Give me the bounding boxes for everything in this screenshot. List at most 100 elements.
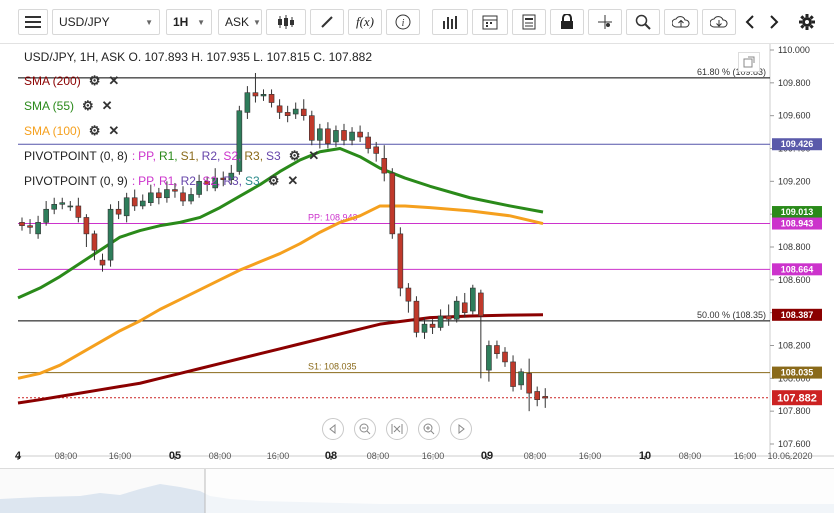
gear-icon[interactable]: ⚙: [268, 173, 280, 189]
gear-icon[interactable]: ⚙: [82, 98, 94, 114]
y-tick-label: 109.600: [778, 111, 811, 121]
indicator-name: SMA (100): [24, 124, 81, 138]
price-chart[interactable]: 61.80 % (109.83)PP: 108.94350.00 % (108.…: [0, 44, 834, 468]
reset-zoom-button[interactable]: [386, 418, 408, 440]
timeframe-label: 1H: [173, 15, 189, 29]
volume-button[interactable]: [432, 9, 468, 35]
pivot-label: S2,: [202, 174, 221, 188]
bearish-candle: [502, 351, 508, 363]
upload-button[interactable]: [664, 9, 698, 35]
pivot-label: S3: [266, 149, 281, 163]
chevron-left-icon: [745, 15, 754, 29]
chart-type-button[interactable]: [266, 9, 306, 35]
pan-left-button[interactable]: [322, 418, 344, 440]
cloud-download-icon: [710, 16, 728, 28]
crosshair-icon: [598, 15, 612, 29]
price-axis[interactable]: 110.000109.800109.600109.400109.200109.0…: [770, 45, 811, 449]
bearish-candle: [381, 158, 388, 174]
price-type-select[interactable]: ASK ▼: [218, 9, 262, 35]
price-tag-label: 107.882: [777, 393, 817, 405]
draw-tool-button[interactable]: [310, 9, 344, 35]
toolbar: USD/JPY ▼ 1H ▼ ASK ▼ f(x) i: [0, 0, 834, 44]
y-tick-label: 110.000: [778, 45, 810, 55]
bearish-candle: [357, 131, 363, 138]
pencil-icon: [321, 16, 333, 28]
bullish-candle: [437, 315, 444, 328]
download-button[interactable]: [702, 9, 736, 35]
bullish-candle: [486, 345, 492, 371]
y-tick-label: 108.200: [778, 341, 811, 351]
bearish-candle: [156, 192, 162, 199]
bearish-candle: [284, 112, 291, 116]
bearish-candle: [19, 222, 25, 226]
bearish-candle: [478, 292, 484, 317]
bullish-candle: [164, 189, 170, 199]
gear-icon[interactable]: ⚙: [89, 73, 101, 89]
bearish-candle: [429, 323, 436, 328]
zoom-button[interactable]: [626, 9, 660, 35]
scroll-right-button[interactable]: [762, 9, 786, 35]
bearish-candle: [526, 373, 532, 394]
legend-row: PIVOTPOINT (0, 9) : PP, R1, R2, S2, R3, S3 ⚙ ✕: [24, 173, 298, 189]
bullish-candle: [188, 194, 194, 202]
lock-button[interactable]: [550, 9, 584, 35]
indicators-button[interactable]: f(x): [348, 9, 382, 35]
reset-icon: [391, 424, 403, 434]
zoom-in-button[interactable]: [418, 418, 440, 440]
gear-icon[interactable]: ⚙: [89, 123, 101, 139]
bullish-candle: [139, 200, 146, 207]
symbol-select[interactable]: USD/JPY ▼: [52, 9, 160, 35]
zoom-in-icon: [423, 423, 435, 435]
gear-icon[interactable]: ⚙: [289, 148, 301, 164]
pivot-label: PP,: [138, 149, 156, 163]
pivot-separator: :: [131, 174, 136, 188]
legend-row: SMA (200) ⚙ ✕: [24, 73, 119, 89]
bearish-candle: [252, 92, 259, 97]
bearish-candle: [268, 94, 275, 103]
bullish-candle: [292, 108, 299, 115]
menu-button[interactable]: [18, 9, 48, 35]
chevron-down-icon: ▼: [145, 17, 153, 27]
info-icon: i: [395, 14, 411, 30]
close-icon[interactable]: ✕: [287, 173, 298, 189]
y-tick-label: 109.800: [778, 78, 811, 88]
chevron-down-icon: ▼: [197, 17, 205, 27]
bullish-candle: [349, 131, 355, 141]
pivot-label: R3,: [223, 174, 243, 188]
legend-row: SMA (100) ⚙ ✕: [24, 123, 119, 139]
calendar-button[interactable]: [472, 9, 508, 35]
pan-right-button[interactable]: [450, 418, 472, 440]
bar-chart-icon: [443, 16, 457, 29]
svg-text:i: i: [402, 18, 405, 29]
pivot-label: R2,: [180, 174, 200, 188]
close-icon[interactable]: ✕: [308, 148, 319, 164]
bearish-candle: [389, 172, 396, 235]
overview-navigator[interactable]: [0, 468, 834, 513]
bullish-candle: [453, 300, 460, 320]
candlestick-icon: [278, 15, 294, 29]
indicator-name: SMA (55): [24, 99, 75, 113]
scroll-left-button[interactable]: [738, 9, 762, 35]
bearish-candle: [172, 189, 178, 192]
note-button[interactable]: [512, 9, 546, 35]
crosshair-button[interactable]: [588, 9, 622, 35]
document-icon: [522, 14, 536, 30]
bullish-candle: [67, 205, 74, 208]
bullish-candle: [148, 192, 154, 203]
close-icon[interactable]: ✕: [102, 98, 113, 114]
triangle-left-icon: [329, 424, 336, 434]
close-icon[interactable]: ✕: [108, 123, 119, 139]
info-button[interactable]: i: [386, 9, 420, 35]
formula-label: f(x): [355, 14, 375, 29]
price-tag-label: 108.664: [781, 264, 814, 274]
settings-button[interactable]: [794, 9, 820, 35]
expand-button[interactable]: [738, 52, 760, 72]
bearish-candle: [99, 259, 106, 266]
bullish-candle: [51, 204, 58, 210]
y-tick-label: 108.800: [778, 242, 811, 252]
close-icon[interactable]: ✕: [108, 73, 119, 89]
bearish-candle: [534, 391, 541, 400]
price-type-label: ASK: [225, 15, 250, 29]
timeframe-select[interactable]: 1H ▼: [166, 9, 212, 35]
zoom-out-button[interactable]: [354, 418, 376, 440]
